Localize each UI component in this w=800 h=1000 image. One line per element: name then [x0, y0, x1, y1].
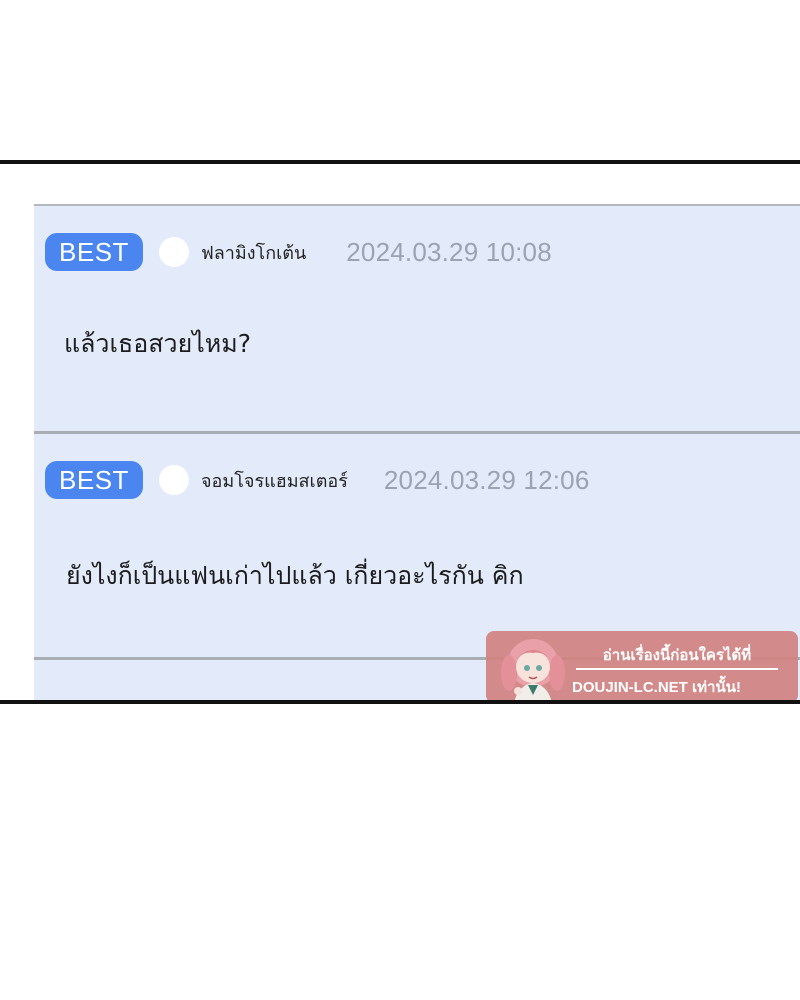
timestamp: 2024.03.29 12:06 [383, 464, 590, 495]
comment-header: BEST ฟลามิงโกเต้น 2024.03.29 10:08 [45, 232, 552, 272]
watermark-text: อ่านเรื่องนี้ก่อนใครได้ที่ [602, 646, 752, 664]
watermark-link[interactable]: DOUJIN-LC.NET เท่านั้น! [572, 675, 792, 699]
comic-panel: BEST ฟลามิงโกเต้น 2024.03.29 10:08 แล้วเ… [0, 160, 800, 704]
avatar[interactable] [159, 465, 189, 495]
comment-list: BEST ฟลามิงโกเต้น 2024.03.29 10:08 แล้วเ… [34, 204, 800, 700]
timestamp: 2024.03.29 10:08 [346, 236, 552, 267]
avatar[interactable] [159, 237, 189, 267]
comment-header: BEST จอมโจรแฮมสเตอร์ 2024.03.29 12:06 [45, 460, 590, 500]
comment-text: ยังไงก็เป็นแฟนเก่าไปแล้ว เกี่ยวอะไรกัน ค… [66, 561, 524, 590]
username[interactable]: จอมโจรแฮมสเตอร์ [201, 466, 348, 495]
watermark-banner: อ่านเรื่องนี้ก่อนใครได้ที่ DOUJIN-LC.NET… [486, 631, 798, 700]
mascot-illustration [501, 639, 565, 700]
username[interactable]: ฟลามิงโกเต้น [201, 238, 306, 267]
watermark-divider [576, 668, 778, 670]
best-badge: BEST [45, 461, 143, 499]
best-badge: BEST [45, 233, 143, 271]
comment-item: BEST จอมโจรแฮมสเตอร์ 2024.03.29 12:06 ยั… [34, 434, 800, 660]
comment-text: แล้วเธอสวยไหม? [64, 329, 252, 358]
comment-item: BEST ฟลามิงโกเต้น 2024.03.29 10:08 แล้วเ… [34, 206, 800, 434]
